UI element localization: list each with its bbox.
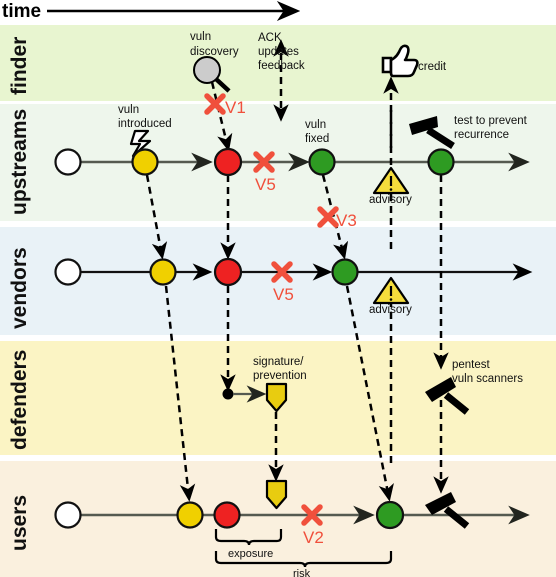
ack-label-line3: feedback: [258, 60, 305, 72]
vuln-fixed-label-line2: fixed: [305, 133, 329, 145]
signature-label-line2: prevention: [253, 370, 307, 382]
node-upstreams-green-fixed: [308, 148, 336, 176]
defenders-event-dot: [222, 388, 234, 400]
veto-label-v2: V2: [303, 528, 324, 547]
vuln-fixed-label-line1: vuln: [305, 119, 326, 131]
lane-label-upstreams: upstreams: [8, 109, 31, 215]
ack-label-line2: updates: [258, 46, 299, 58]
veto-label-v5-upstreams: V5: [255, 175, 276, 194]
vuln-discovery-label-line1: vuln: [190, 31, 211, 43]
lane-bg-users: [0, 461, 556, 577]
test-prevent-label-line1: test to prevent: [454, 115, 528, 127]
veto-label-v5-vendors: V5: [273, 285, 294, 304]
veto-label-v1: V1: [225, 98, 246, 117]
node-users-green: [375, 500, 405, 530]
ack-label-line1: ACK: [258, 32, 282, 44]
veto-label-v3: V3: [336, 211, 357, 230]
node-vendors-green: [331, 258, 359, 286]
lane-label-vendors: vendors: [8, 247, 31, 329]
lane-label-users: users: [8, 495, 31, 551]
lane-label-defenders: defenders: [8, 350, 31, 450]
signature-label-line1: signature/: [253, 356, 304, 368]
advisory-label-upstreams: advisory: [369, 194, 412, 206]
node-vendors-yellow: [149, 258, 177, 286]
node-users-yellow: [176, 501, 204, 529]
node-vendors-white: [54, 258, 82, 286]
risk-label: risk: [293, 568, 311, 577]
exposure-label: exposure: [228, 548, 273, 560]
time-axis-label: time: [2, 1, 41, 22]
node-upstreams-red: [213, 147, 243, 177]
vuln-introduced-label-line1: vuln: [118, 104, 139, 116]
lane-label-finder: finder: [8, 37, 31, 95]
vuln-introduced-label-line2: introduced: [118, 118, 172, 130]
pentest-label-line2: vuln scanners: [452, 373, 523, 385]
node-upstreams-yellow: [131, 148, 159, 176]
vulnerability-lifecycle-diagram: time finder upstreams vendors defenders …: [0, 0, 556, 577]
node-upstreams-white: [54, 148, 82, 176]
node-users-white: [54, 501, 82, 529]
lane-bg-vendors: [0, 227, 556, 335]
credit-label: credit: [418, 61, 447, 73]
vuln-discovery-label-line2: discovery: [190, 46, 239, 58]
test-prevent-label-line2: recurrence: [454, 129, 509, 141]
node-vendors-red: [213, 257, 243, 287]
node-upstreams-green-test: [427, 148, 455, 176]
node-users-red: [213, 501, 241, 529]
time-axis: time: [2, 0, 301, 22]
advisory-label-vendors: advisory: [369, 304, 412, 316]
pentest-label-line1: pentest: [452, 359, 491, 371]
diagram-canvas: time finder upstreams vendors defenders …: [0, 0, 556, 577]
